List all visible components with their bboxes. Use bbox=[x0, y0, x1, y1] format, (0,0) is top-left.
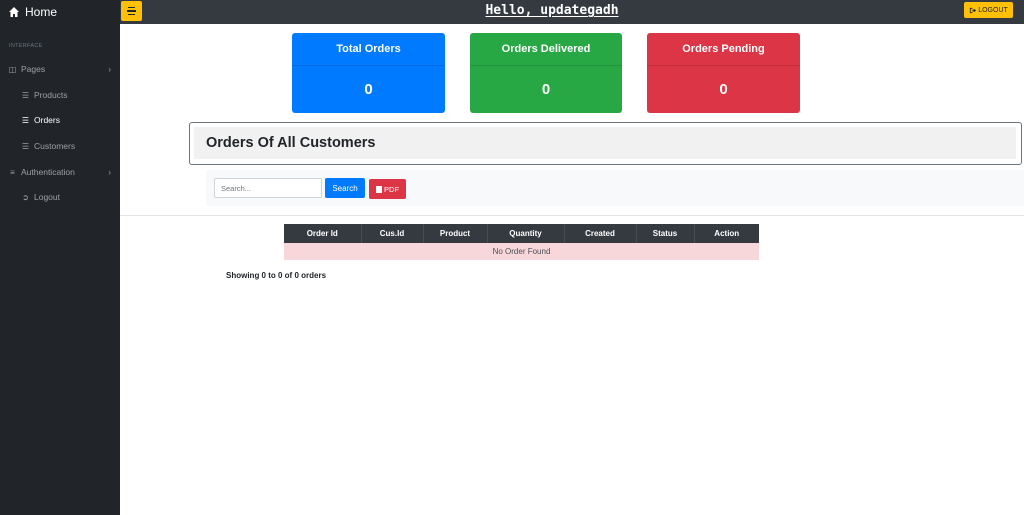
card-title: Orders Delivered bbox=[470, 33, 622, 66]
sidebar-item-label: Customers bbox=[34, 141, 76, 151]
sidebar-item-authentication[interactable]: ≡ Authentication › bbox=[0, 163, 120, 181]
sidebar-item-pages[interactable]: ◫ Pages › bbox=[0, 60, 120, 78]
column-header-status: Status bbox=[636, 224, 695, 243]
sidebar-item-label: Orders bbox=[34, 115, 60, 125]
logout-button[interactable]: LOGOUT bbox=[964, 2, 1013, 18]
orders-pending-card: Orders Pending 0 bbox=[647, 33, 800, 113]
card-value: 0 bbox=[541, 80, 551, 98]
sidebar-heading: INTERFACE bbox=[9, 43, 43, 49]
sign-out-icon: ➲ bbox=[22, 192, 29, 202]
chevron-right-icon: › bbox=[108, 64, 111, 74]
orders-table: Order Id Cus.Id Product Quantity Created… bbox=[284, 224, 759, 260]
column-header-order-id: Order Id bbox=[284, 224, 362, 243]
divider bbox=[120, 215, 1024, 216]
column-header-quantity: Quantity bbox=[487, 224, 565, 243]
book-icon: ≡ bbox=[10, 167, 15, 177]
list-icon: ☰ bbox=[21, 115, 30, 125]
card-title: Total Orders bbox=[292, 33, 445, 66]
sidebar-item-label: Authentication bbox=[21, 167, 75, 177]
pagination-summary: Showing 0 to 0 of 0 orders bbox=[226, 271, 327, 280]
card-title: Orders Pending bbox=[647, 33, 800, 66]
sidebar-item-customers[interactable]: ☰ Customers bbox=[0, 137, 120, 155]
sidebar-item-label: Pages bbox=[21, 64, 46, 74]
brand-label: Home bbox=[25, 5, 58, 19]
list-icon: ☰ bbox=[21, 141, 30, 151]
home-brand-link[interactable]: Home bbox=[0, 0, 120, 24]
orders-delivered-card: Orders Delivered 0 bbox=[470, 33, 622, 113]
page-title: Orders Of All Customers bbox=[206, 135, 376, 151]
orders-header-panel: Orders Of All Customers bbox=[189, 122, 1022, 165]
file-pdf-icon bbox=[376, 185, 382, 193]
search-toolbar: Search PDF bbox=[206, 170, 1024, 206]
sidebar-item-label: Products bbox=[34, 90, 68, 100]
column-header-created: Created bbox=[564, 224, 637, 243]
home-icon bbox=[9, 7, 19, 17]
empty-table-message: No Order Found bbox=[284, 243, 759, 260]
greeting-text: Hello, updategadh bbox=[485, 3, 619, 18]
logout-label: LOGOUT bbox=[978, 6, 1008, 14]
column-header-action: Action bbox=[694, 224, 759, 243]
sidebar-item-label: Logout bbox=[34, 192, 60, 202]
list-icon: ☰ bbox=[21, 90, 30, 100]
sidebar-item-products[interactable]: ☰ Products bbox=[0, 86, 120, 104]
total-orders-card: Total Orders 0 bbox=[292, 33, 445, 113]
card-value: 0 bbox=[364, 80, 373, 98]
table-row: No Order Found bbox=[284, 243, 759, 260]
card-value: 0 bbox=[719, 80, 728, 98]
table-header-row: Order Id Cus.Id Product Quantity Created… bbox=[284, 224, 759, 243]
column-header-product: Product bbox=[423, 224, 488, 243]
chevron-right-icon: › bbox=[108, 167, 111, 177]
sidebar-item-logout[interactable]: ➲ Logout bbox=[0, 188, 120, 206]
pdf-button[interactable]: PDF bbox=[369, 179, 406, 199]
columns-icon: ◫ bbox=[8, 64, 17, 74]
column-header-cus-id: Cus.Id bbox=[361, 224, 424, 243]
top-navbar: Home Hello, updategadh LOGOUT bbox=[0, 0, 1024, 24]
search-input[interactable] bbox=[214, 178, 322, 198]
search-button[interactable]: Search bbox=[325, 178, 365, 198]
sidebar-item-orders[interactable]: ☰ Orders bbox=[0, 111, 120, 129]
sidebar-toggle-button[interactable] bbox=[121, 1, 142, 21]
sign-out-icon bbox=[970, 7, 977, 13]
sidebar: INTERFACE ◫ Pages › ☰ Products ☰ Orders … bbox=[0, 24, 120, 515]
pdf-label: PDF bbox=[384, 184, 399, 194]
bars-icon bbox=[128, 6, 135, 9]
